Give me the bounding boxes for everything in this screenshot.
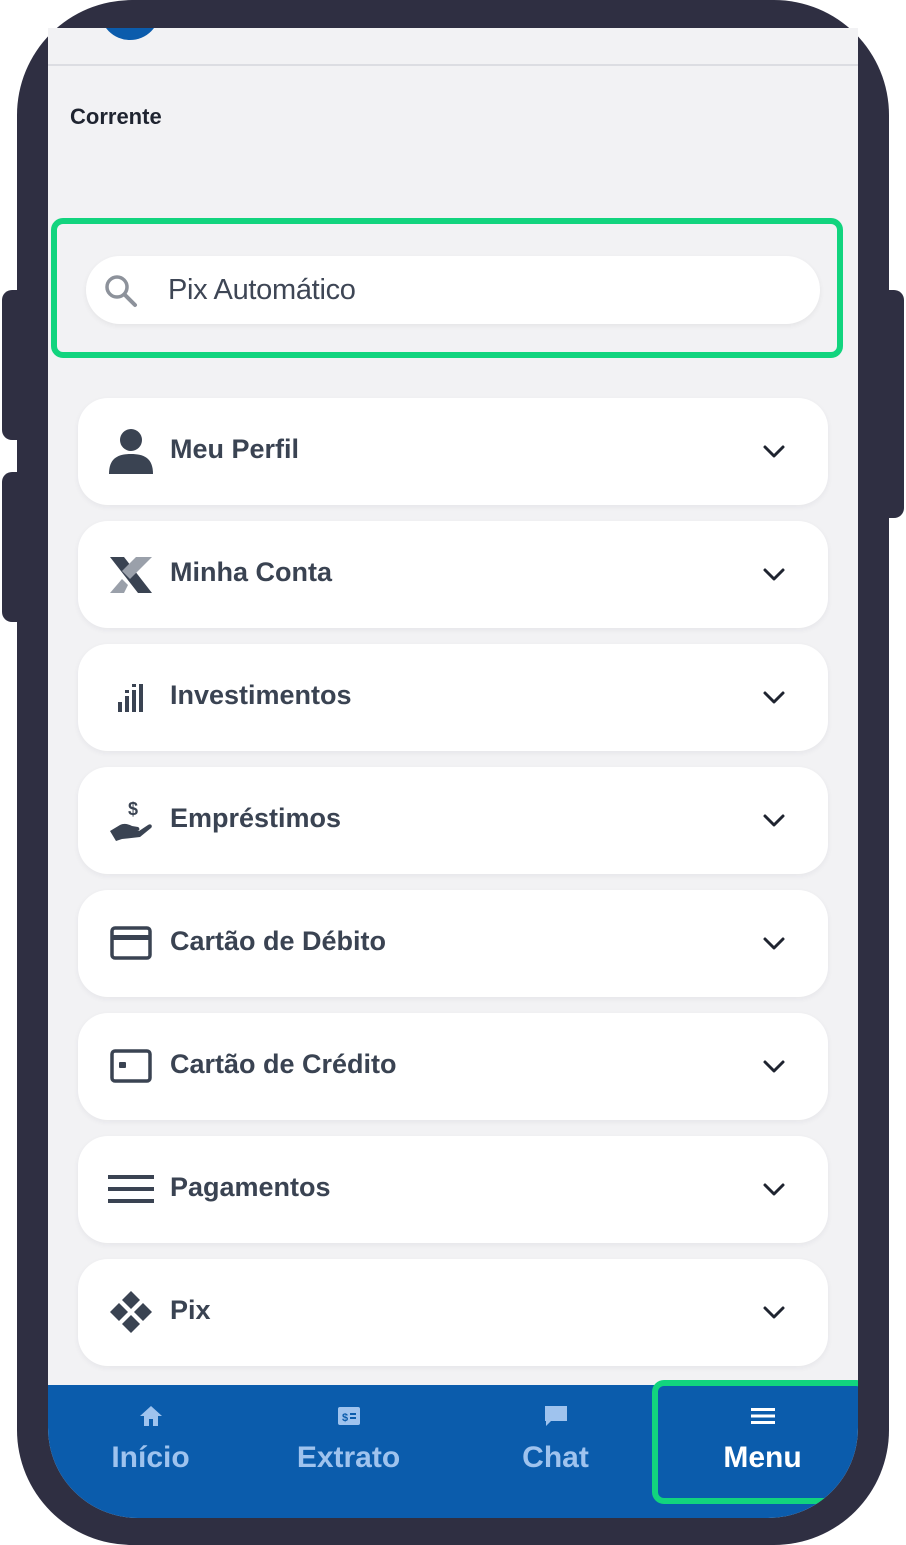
menu-item-emprestimos[interactable]: $ Empréstimos <box>78 767 828 874</box>
nav-label: Chat <box>522 1441 589 1474</box>
chevron-down-icon <box>763 1183 785 1196</box>
menu-item-label: Meu Perfil <box>170 434 300 464</box>
menu-item-label: Cartão de Crédito <box>170 1049 397 1079</box>
menu-item-label: Pix <box>170 1295 211 1325</box>
chevron-down-icon <box>763 691 785 704</box>
chat-icon <box>545 1406 567 1426</box>
search-input[interactable]: Pix Automático <box>86 256 820 324</box>
top-avatar-partial <box>100 28 160 40</box>
chevron-down-icon <box>763 814 785 827</box>
svg-text:$: $ <box>128 799 138 819</box>
card-chip-icon <box>110 1049 152 1083</box>
home-icon <box>140 1406 162 1426</box>
menu-item-pagamentos[interactable]: Pagamentos <box>78 1136 828 1243</box>
menu-highlight-box <box>652 1380 858 1504</box>
chevron-down-icon <box>763 937 785 950</box>
account-type-label: Corrente <box>70 104 162 129</box>
lines-icon <box>108 1175 154 1203</box>
hand-money-icon: $ <box>110 799 152 841</box>
chevron-down-icon <box>763 568 785 581</box>
nav-tab-extrato[interactable]: $ Extrato <box>246 1385 451 1518</box>
nav-label: Extrato <box>296 1441 401 1474</box>
menu-list: Meu Perfil Minha Conta Investimentos $ E… <box>78 398 828 1382</box>
search-icon <box>105 275 137 307</box>
menu-item-label: Empréstimos <box>170 803 342 833</box>
svg-text:$: $ <box>342 1412 348 1424</box>
person-icon <box>109 429 153 474</box>
menu-item-label: Pagamentos <box>170 1172 331 1202</box>
header-divider <box>48 64 858 66</box>
app-screen: Corrente Pix Automático Meu Perfil Minha… <box>48 28 858 1518</box>
statement-icon: $ <box>338 1407 360 1425</box>
credit-card-icon <box>110 926 152 960</box>
nav-label: Início <box>111 1441 190 1474</box>
chevron-down-icon <box>763 445 785 458</box>
menu-item-minha-conta[interactable]: Minha Conta <box>78 521 828 628</box>
bar-chart-icon <box>118 684 143 712</box>
caixa-logo-icon <box>110 557 152 593</box>
search-value: Pix Automático <box>168 274 356 306</box>
menu-item-label: Investimentos <box>170 680 352 710</box>
pix-icon <box>110 1291 152 1333</box>
chevron-down-icon <box>763 1060 785 1073</box>
menu-item-meu-perfil[interactable]: Meu Perfil <box>78 398 828 505</box>
menu-item-cartao-credito[interactable]: Cartão de Crédito <box>78 1013 828 1120</box>
nav-tab-inicio[interactable]: Início <box>48 1385 253 1518</box>
menu-item-pix[interactable]: Pix <box>78 1259 828 1366</box>
menu-item-label: Cartão de Débito <box>170 926 387 956</box>
menu-item-label: Minha Conta <box>170 557 332 587</box>
menu-item-investimentos[interactable]: Investimentos <box>78 644 828 751</box>
nav-tab-chat[interactable]: Chat <box>453 1385 658 1518</box>
menu-item-cartao-debito[interactable]: Cartão de Débito <box>78 890 828 997</box>
chevron-down-icon <box>763 1306 785 1319</box>
